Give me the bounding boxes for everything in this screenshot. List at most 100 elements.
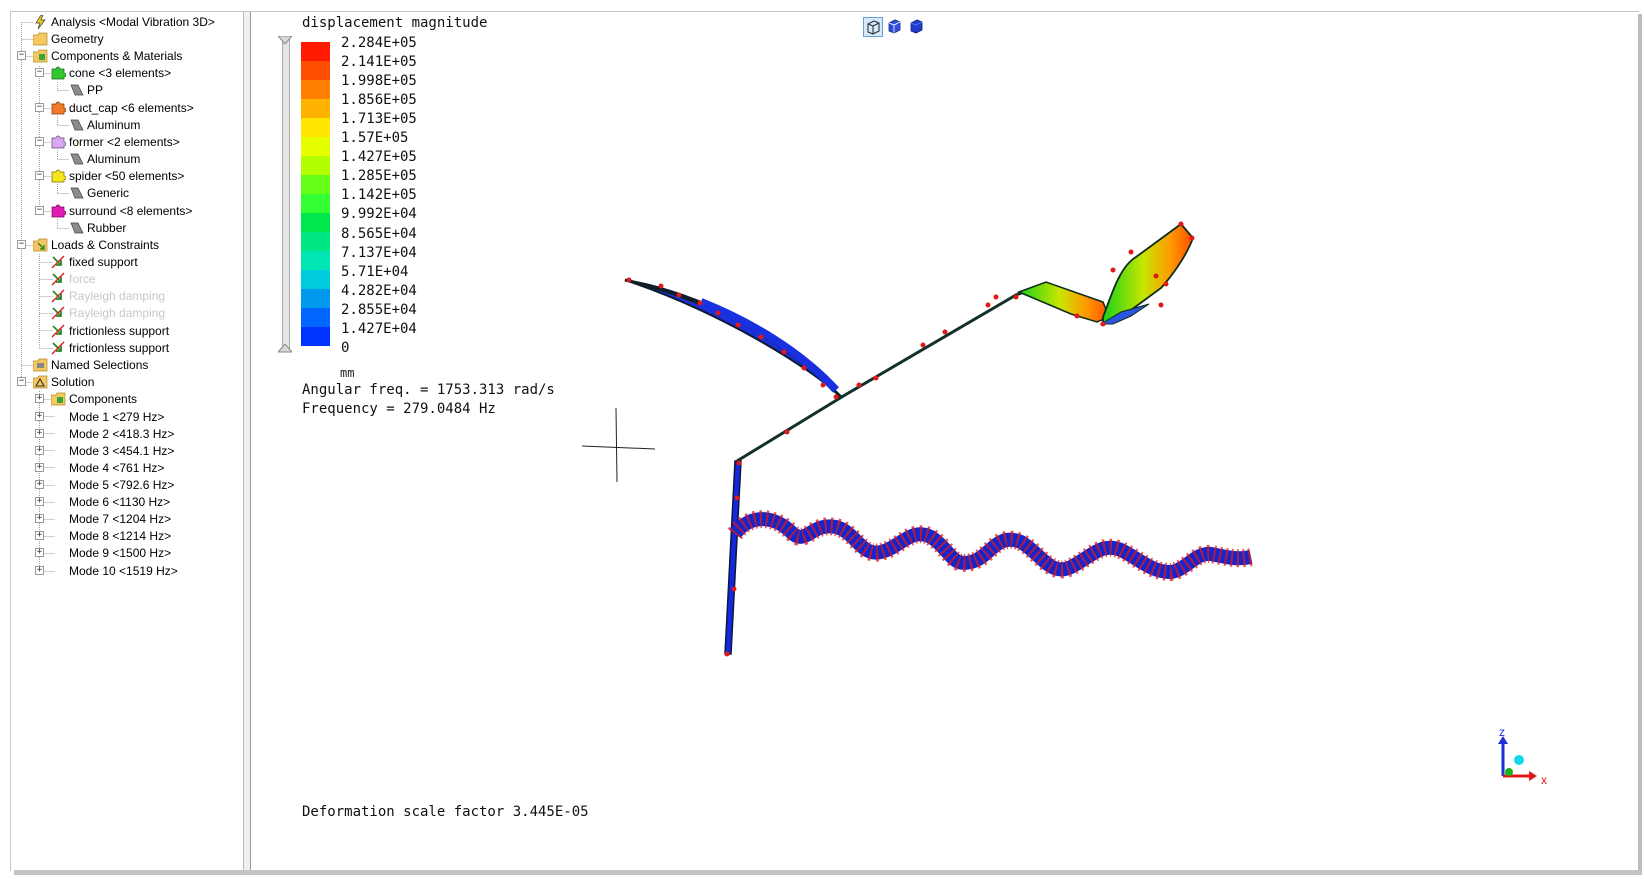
duct-cap-post [724,460,742,655]
folder-icon [33,32,48,46]
tree-item-label: Mode 9 <1500 Hz> [69,546,172,560]
mode-shape-render [581,221,1253,657]
named-selection-icon [33,358,48,372]
tree-item-rayleigh-damping[interactable]: Rayleigh damping [11,304,243,322]
collapse-toggle[interactable]: − [35,103,44,112]
expand-toggle[interactable]: + [35,566,44,575]
tree-item-label: Rayleigh damping [69,306,166,320]
puzzle-yellow-icon [51,169,66,183]
tree-item-loads-constraints[interactable]: − Loads & Constraints [11,236,243,254]
material-icon [70,153,84,165]
tree-item-label: Mode 4 <761 Hz> [69,461,165,475]
collapse-toggle[interactable]: − [35,137,44,146]
axis-triad: z x [1498,728,1547,787]
tree-item-label: Loads & Constraints [51,238,160,252]
tree-item-label: fixed support [69,255,138,269]
tree-item-material-aluminum[interactable]: Aluminum [11,116,243,134]
expand-toggle[interactable]: + [35,446,44,455]
expand-toggle[interactable]: + [35,429,44,438]
tree-item-analysis[interactable]: Analysis <Modal Vibration 3D> [11,13,243,31]
constraint-icon [51,255,65,269]
tree-item-former[interactable]: − former <2 elements> [11,133,243,151]
surround-loop [1102,222,1195,326]
tree-item-label: Mode 1 <279 Hz> [69,410,165,424]
tree-item-label: PP [87,83,104,97]
components-icon [51,392,66,406]
tree-item-label: Components & Materials [51,49,183,63]
tree-item-material-pp[interactable]: PP [11,81,243,99]
tree-item-label: Rayleigh damping [69,289,166,303]
loads-folder-icon [33,238,48,252]
constraint-icon [51,289,65,303]
constraint-icon [51,324,65,338]
tree-item-components-materials[interactable]: − Components & Materials [11,47,243,65]
tree-item-label: frictionless support [69,341,170,355]
tree-item-mode[interactable]: + Mode 2 <418.3 Hz> [11,425,243,443]
tree-item-mode[interactable]: + Mode 10 <1519 Hz> [11,562,243,580]
tree-item-label: spider <50 elements> [69,169,185,183]
tree-item-surround[interactable]: − surround <8 elements> [11,202,243,220]
expand-toggle[interactable]: + [35,514,44,523]
tree-item-label: force [69,272,96,286]
tree-item-material-aluminum[interactable]: Aluminum [11,150,243,168]
tree-item-spider[interactable]: − spider <50 elements> [11,167,243,185]
graphics-viewport[interactable]: displacement magnitude 2.284E+05 2.141E+… [251,12,1638,870]
tree-item-label: frictionless support [69,324,170,338]
tree-item-material-rubber[interactable]: Rubber [11,219,243,237]
tree-item-geometry[interactable]: Geometry [11,30,243,48]
expand-toggle[interactable]: + [35,412,44,421]
tree-item-label: Aluminum [87,118,141,132]
tree-item-label: Mode 7 <1204 Hz> [69,512,172,526]
material-icon [70,222,84,234]
tree-item-mode[interactable]: + Mode 8 <1214 Hz> [11,527,243,545]
model-tree[interactable]: Analysis <Modal Vibration 3D> Geometry −… [11,12,244,870]
solution-icon [33,375,48,389]
analysis-icon [35,15,46,29]
tree-item-solution-components[interactable]: + Components [11,390,243,408]
tree-item-label: surround <8 elements> [69,204,193,218]
collapse-toggle[interactable]: − [35,171,44,180]
tree-item-mode[interactable]: + Mode 6 <1130 Hz> [11,493,243,511]
tree-item-named-selections[interactable]: Named Selections [11,356,243,374]
puzzle-magenta-icon [51,204,66,218]
expand-toggle[interactable]: + [35,548,44,557]
tree-item-label: Solution [51,375,95,389]
expand-toggle[interactable]: + [35,497,44,506]
tree-item-mode[interactable]: + Mode 1 <279 Hz> [11,408,243,426]
constraint-icon [51,341,65,355]
tree-item-rayleigh-damping[interactable]: Rayleigh damping [11,287,243,305]
tree-item-mode[interactable]: + Mode 7 <1204 Hz> [11,510,243,528]
surround-flap [1016,281,1110,323]
tree-item-label: Named Selections [51,358,149,372]
collapse-toggle[interactable]: − [35,68,44,77]
tree-item-label: Mode 6 <1130 Hz> [69,495,171,509]
cursor-crosshair-icon [581,407,656,483]
tree-item-cone[interactable]: − cone <3 elements> [11,64,243,82]
cone-surface [624,279,842,398]
tree-item-mode[interactable]: + Mode 3 <454.1 Hz> [11,442,243,460]
tree-item-mode[interactable]: + Mode 4 <761 Hz> [11,459,243,477]
tree-item-mode[interactable]: + Mode 9 <1500 Hz> [11,544,243,562]
tree-item-frictionless-support[interactable]: frictionless support [11,339,243,357]
expand-toggle[interactable]: + [35,531,44,540]
x-axis-label: x [1541,773,1547,787]
tree-item-mode[interactable]: + Mode 5 <792.6 Hz> [11,476,243,494]
collapse-toggle[interactable]: − [35,206,44,215]
tree-item-fixed-support[interactable]: fixed support [11,253,243,271]
collapse-toggle[interactable]: − [17,240,26,249]
tree-item-material-generic[interactable]: Generic [11,184,243,202]
tree-item-frictionless-support[interactable]: frictionless support [11,322,243,340]
expand-toggle[interactable]: + [35,480,44,489]
collapse-toggle[interactable]: − [17,51,26,60]
constraint-icon [51,272,65,286]
tree-item-force[interactable]: force [11,270,243,288]
expand-toggle[interactable]: + [35,394,44,403]
tree-item-label: Mode 8 <1214 Hz> [69,529,172,543]
expand-toggle[interactable]: + [35,463,44,472]
panel-splitter[interactable] [244,12,251,870]
tree-item-duct-cap[interactable]: − duct_cap <6 elements> [11,99,243,117]
tree-item-label: Rubber [87,221,127,235]
collapse-toggle[interactable]: − [17,377,26,386]
constraint-icon [51,306,65,320]
tree-item-solution[interactable]: − Solution [11,373,243,391]
